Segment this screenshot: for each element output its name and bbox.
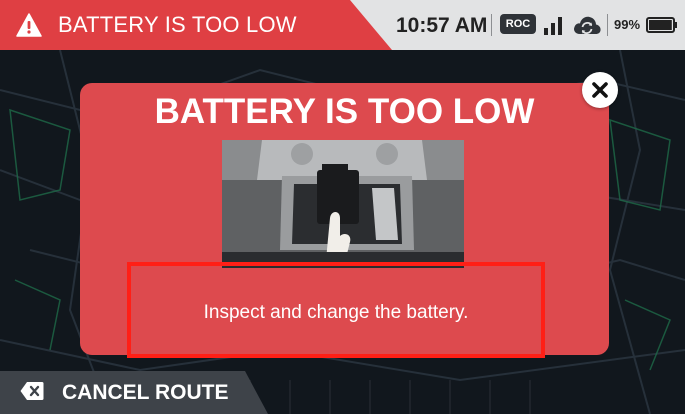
cloud-sync-icon: [574, 16, 601, 34]
battery-replacement-illustration: [222, 140, 464, 268]
warning-icon: [16, 13, 42, 37]
clock: 10:57 AM: [396, 14, 488, 37]
cancel-route-label[interactable]: CANCEL ROUTE: [62, 381, 228, 405]
signal-icon: [544, 17, 562, 35]
divider: [491, 14, 492, 36]
alert-title: BATTERY IS TOO LOW: [58, 12, 297, 37]
divider: [607, 14, 608, 36]
dialog-instruction: Inspect and change the battery.: [203, 302, 469, 323]
dialog-title: BATTERY IS TOO LOW: [154, 92, 535, 131]
battery-icon: [646, 17, 677, 33]
battery-percent: 99%: [614, 17, 641, 32]
mode-badge: ROC: [500, 14, 536, 34]
close-button[interactable]: [582, 72, 618, 108]
backspace-x-icon: [20, 382, 44, 400]
battery-fill: [649, 20, 672, 30]
close-icon: [592, 82, 608, 98]
